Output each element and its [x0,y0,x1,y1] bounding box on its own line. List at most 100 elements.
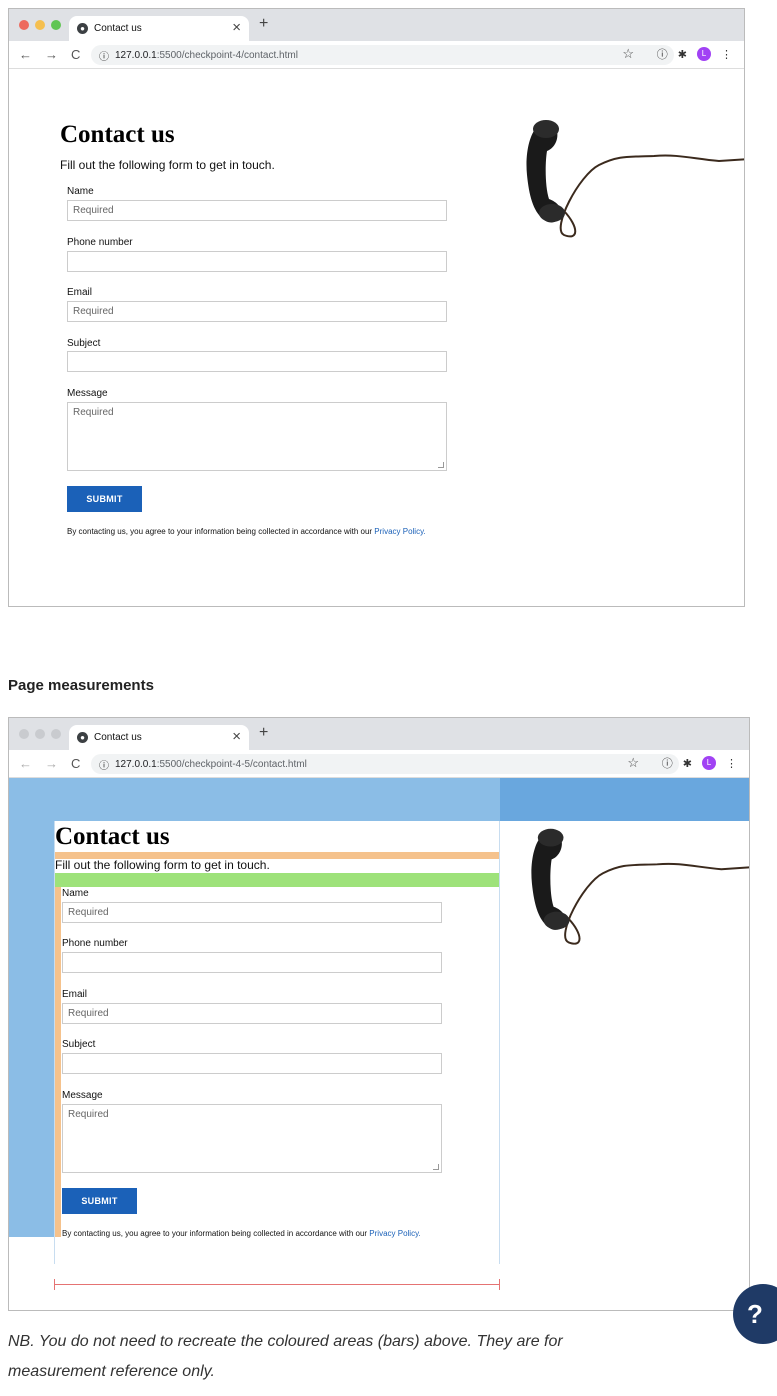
url-path: :5500/checkpoint-4/contact.html [156,49,298,61]
back-icon[interactable]: ← [19,47,32,62]
globe-icon: ● [77,23,88,34]
new-tab-icon[interactable]: + [259,15,268,33]
name-label: Name [67,186,94,197]
subject-input[interactable] [67,351,447,372]
address-bar: ← → C ⓘ 127.0.0.1:5500/checkpoint-4/cont… [9,41,744,69]
tab-title: Contact us [94,732,142,743]
new-tab-icon[interactable]: + [259,724,268,742]
email-label: Email [62,989,88,1000]
measurement-note: NB. You do not need to recreate the colo… [8,1327,708,1387]
browser-window-1: ● Contact us × + ← → C ⓘ 127.0.0.1:5500/… [8,8,745,607]
disclaimer-text: By contacting us, you agree to your info… [62,1229,421,1238]
email-input[interactable]: Required [62,1003,442,1024]
message-textarea[interactable]: Required [62,1104,442,1173]
url-field[interactable]: ⓘ 127.0.0.1:5500/checkpoint-4/contact.ht… [91,45,674,65]
extension-info-icon[interactable]: ⓘ [657,46,668,62]
submit-button[interactable]: SUBMIT [62,1188,137,1214]
intro-text: Fill out the following form to get in to… [60,158,275,172]
page-title: Contact us [60,121,175,148]
privacy-policy-link[interactable]: Privacy Policy. [369,1229,420,1238]
note-line-2: measurement reference only. [8,1363,215,1380]
puzzle-icon[interactable]: ✱ [683,757,692,770]
browser-tab[interactable]: ● Contact us × [69,725,249,750]
intro-text: Fill out the following form to get in to… [55,858,270,872]
name-label: Name [62,888,89,899]
menu-dots-icon[interactable]: ⋮ [721,48,732,61]
toolbar-icons: ⓘ ✱ L ⋮ [662,755,737,771]
globe-icon: ● [77,732,88,743]
resize-handle-icon[interactable] [433,1164,439,1170]
close-window-icon[interactable] [19,729,29,739]
measure-ruler-tick-right [499,1279,500,1290]
telephone-handset-icon [531,828,749,945]
forward-icon[interactable]: → [45,47,58,62]
address-bar: ← → C ⓘ 127.0.0.1:5500/checkpoint-4-5/co… [9,750,749,778]
window-controls [19,729,61,739]
page-title: Contact us [55,823,170,850]
url-host: 127.0.0.1 [115,758,157,770]
info-icon[interactable]: ⓘ [99,757,109,772]
avatar[interactable]: L [697,47,711,61]
measure-bar-top-right [500,778,749,821]
help-icon: ? [747,1299,763,1329]
subject-input[interactable] [62,1053,442,1074]
disclaimer-text: By contacting us, you agree to your info… [67,527,426,536]
reload-icon[interactable]: C [71,47,80,62]
email-input[interactable]: Required [67,301,447,322]
tab-title: Contact us [94,23,142,34]
message-textarea[interactable]: Required [67,402,447,471]
close-window-icon[interactable] [19,20,29,30]
measure-bar-orange-v [54,887,61,1237]
info-icon[interactable]: ⓘ [99,48,109,63]
name-input[interactable]: Required [67,200,447,221]
maximize-window-icon[interactable] [51,20,61,30]
back-icon[interactable]: ← [19,756,32,771]
name-input[interactable]: Required [62,902,442,923]
browser-tab[interactable]: ● Contact us × [69,16,249,41]
close-tab-icon[interactable]: × [232,728,241,745]
measure-bar-left [9,778,54,1237]
minimize-window-icon[interactable] [35,20,45,30]
url-field[interactable]: ⓘ 127.0.0.1:5500/checkpoint-4-5/contact.… [91,754,679,774]
message-label: Message [67,388,108,399]
measure-line-left [54,821,55,1264]
url-path: :5500/checkpoint-4-5/contact.html [156,758,307,770]
window-controls [19,20,61,30]
forward-icon[interactable]: → [45,756,58,771]
disclaimer-copy: By contacting us, you agree to your info… [62,1229,368,1238]
subject-label: Subject [62,1039,96,1050]
close-tab-icon[interactable]: × [232,19,241,36]
disclaimer-copy: By contacting us, you agree to your info… [67,527,373,536]
subject-label: Subject [67,338,101,349]
resize-handle-icon[interactable] [438,462,444,468]
measure-ruler [54,1284,500,1285]
browser-window-2: ● Contact us × + ← → C ⓘ 127.0.0.1:5500/… [8,717,750,1311]
bookmark-star-icon[interactable]: ☆ [622,46,634,62]
avatar[interactable]: L [702,756,716,770]
note-line-1: NB. You do not need to recreate the colo… [8,1333,563,1350]
extension-info-icon[interactable]: ⓘ [662,755,673,771]
submit-button[interactable]: SUBMIT [67,486,142,512]
bookmark-star-icon[interactable]: ☆ [627,755,639,771]
puzzle-icon[interactable]: ✱ [678,48,687,61]
measure-ruler-tick-left [54,1279,55,1290]
tab-bar: ● Contact us × + [9,718,749,750]
nav-buttons: ← → C [19,756,80,771]
reload-icon[interactable]: C [71,756,80,771]
message-label: Message [62,1090,103,1101]
privacy-policy-link[interactable]: Privacy Policy. [374,527,425,536]
nav-buttons: ← → C [19,47,80,62]
toolbar-icons: ⓘ ✱ L ⋮ [657,46,732,62]
measure-bar-top [54,778,500,821]
minimize-window-icon[interactable] [35,729,45,739]
telephone-handset-icon [526,120,744,238]
page-content: Contact us Fill out the following form t… [9,69,744,606]
email-label: Email [67,287,93,298]
phone-label: Phone number [62,938,128,949]
maximize-window-icon[interactable] [51,729,61,739]
phone-label: Phone number [67,237,133,248]
phone-input[interactable] [67,251,447,272]
menu-dots-icon[interactable]: ⋮ [726,757,737,770]
phone-input[interactable] [62,952,442,973]
message-placeholder: Required [68,1109,109,1120]
